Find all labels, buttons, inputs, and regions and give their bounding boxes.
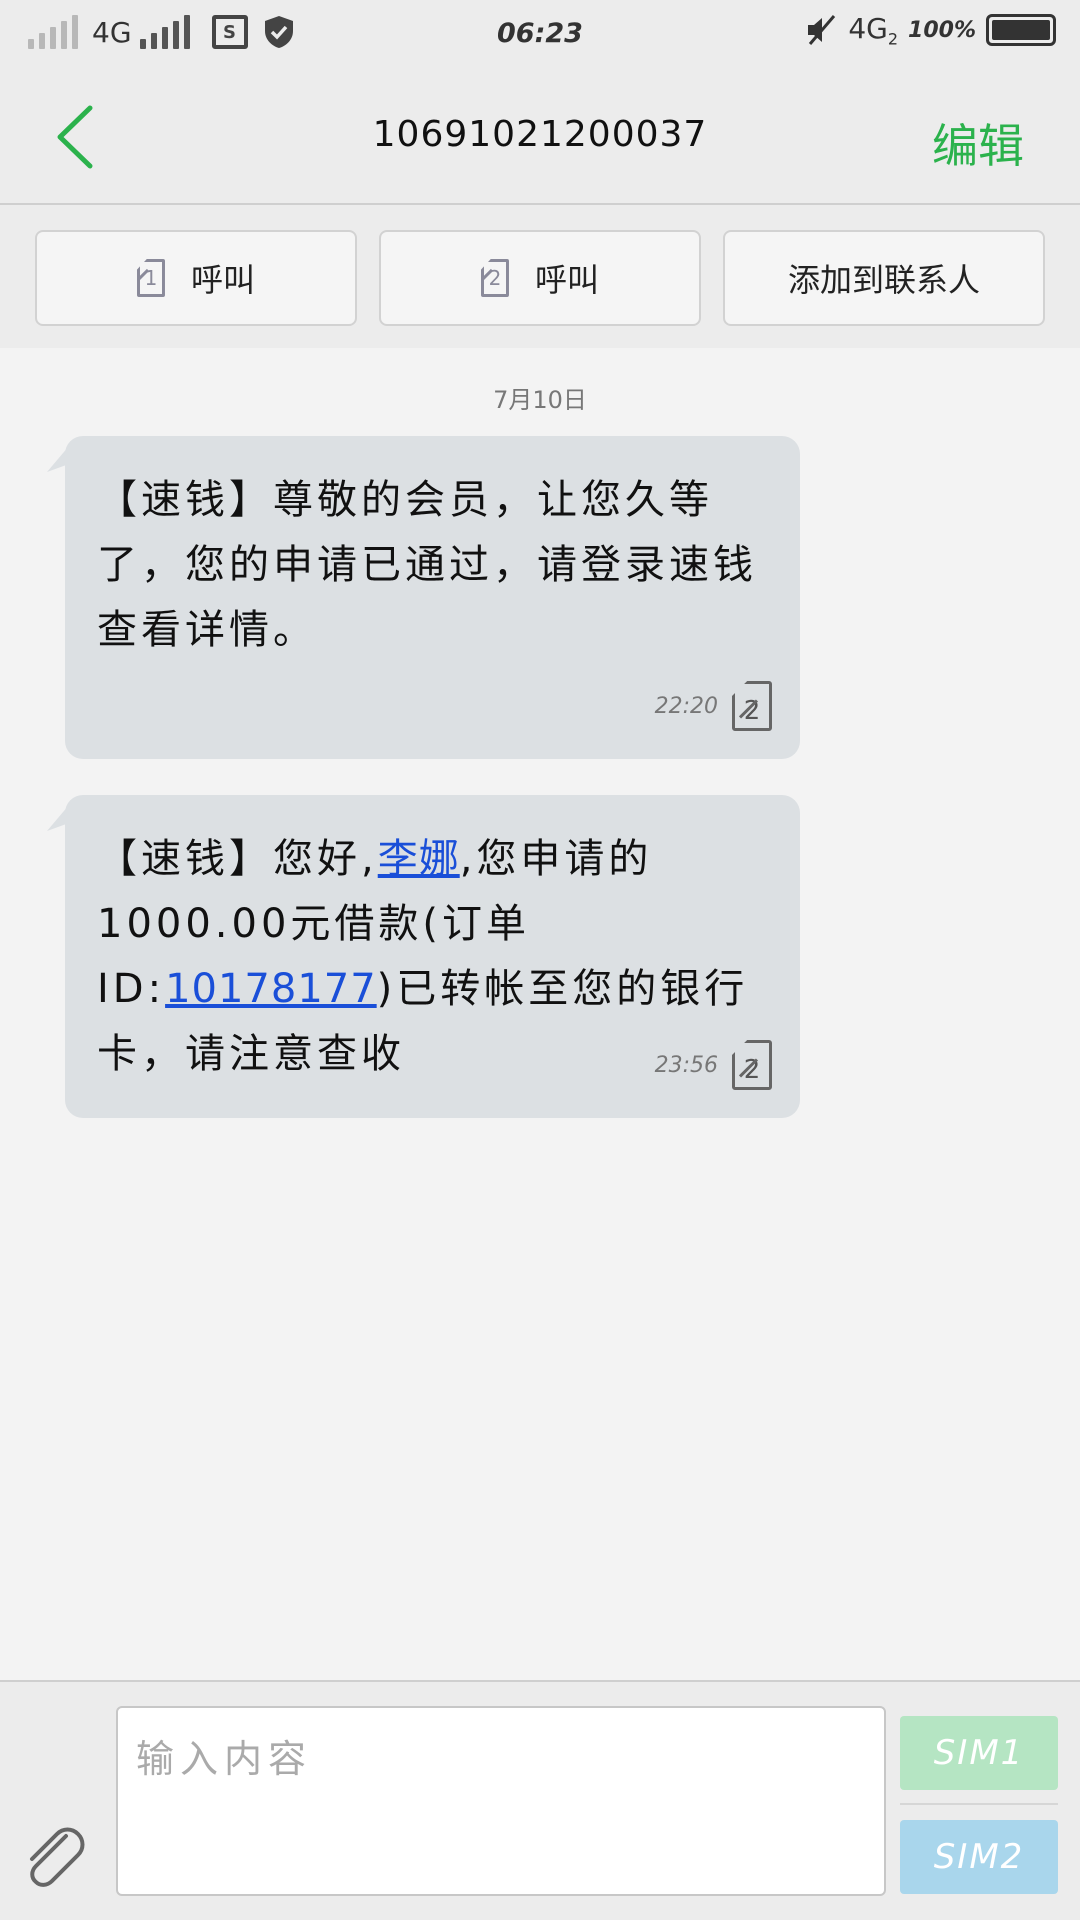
battery-percent: 100% [908, 17, 976, 43]
divider [900, 1803, 1058, 1805]
name-link[interactable]: 李娜 [378, 836, 460, 882]
message-composer: SIM1 SIM2 [0, 1680, 1080, 1920]
sim-card-icon: 2 [732, 1040, 772, 1090]
add-contact-label: 添加到联系人 [787, 261, 980, 299]
sim-card-icon: 2 [732, 681, 772, 731]
message-text-part: 【速钱】您好, [97, 836, 378, 882]
edit-button[interactable]: 编辑 [932, 110, 1024, 176]
mute-icon [808, 15, 836, 46]
date-separator: 7月10日 [493, 386, 587, 414]
add-to-contacts-button[interactable]: 添加到联系人 [723, 230, 1045, 326]
battery-icon [986, 14, 1056, 47]
message-bubble[interactable]: 【速钱】尊敬的会员，让您久等了，您的申请已通过，请登录速钱查看详情。 22:20… [65, 436, 800, 759]
sim1-icon: 1 [136, 259, 165, 297]
message-time: 23:56 [654, 1052, 718, 1078]
status-right: 4G2 100% [804, 12, 1056, 49]
paperclip-icon[interactable] [18, 1822, 88, 1892]
message-text: 【速钱】尊敬的会员，让您久等了，您的申请已通过，请登录速钱查看详情。 [97, 477, 757, 653]
action-bar: 1 呼叫 2 呼叫 添加到联系人 [0, 205, 1080, 348]
message-input[interactable] [116, 1706, 886, 1896]
send-sim2-button[interactable]: SIM2 [900, 1820, 1058, 1894]
sim2-icon: 2 [480, 259, 509, 297]
call-sim1-button[interactable]: 1 呼叫 [35, 230, 357, 326]
status-bar: 4G S 06:23 4G2 100% [0, 0, 1080, 70]
message-meta: 23:56 2 [655, 1040, 772, 1090]
page-title: 10691021200037 [372, 114, 708, 155]
order-id-link[interactable]: 10178177 [165, 966, 377, 1012]
call-sim2-button[interactable]: 2 呼叫 [379, 230, 701, 326]
message-bubble[interactable]: 【速钱】您好,李娜,您申请的1000.00元借款(订单ID:10178177)已… [65, 795, 800, 1118]
send-sim1-button[interactable]: SIM1 [900, 1716, 1058, 1790]
network-type-text: 4G [848, 12, 888, 45]
message-meta: 22:20 2 [655, 681, 772, 731]
message-time: 22:20 [654, 693, 718, 719]
call-label: 呼叫 [190, 261, 255, 299]
call-label: 呼叫 [534, 261, 599, 299]
network-sim-index: 2 [887, 29, 899, 49]
conversation-header: 10691021200037 编辑 [0, 70, 1080, 205]
network-type-label-2: 4G2 [848, 12, 898, 49]
